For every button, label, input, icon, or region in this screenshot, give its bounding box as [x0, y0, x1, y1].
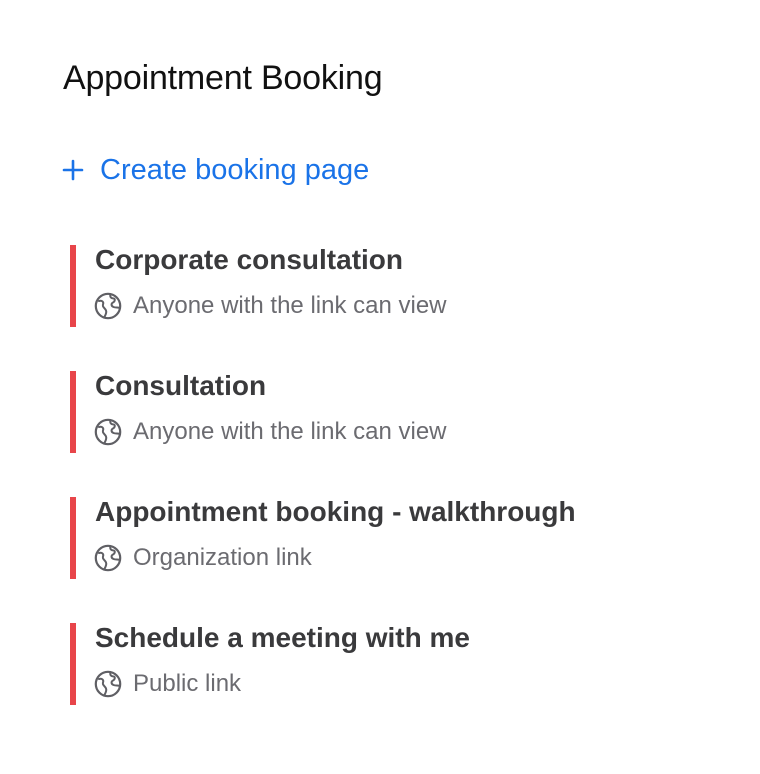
item-accent-bar: [70, 245, 76, 327]
booking-page-item[interactable]: Appointment booking - walkthrough Organi…: [70, 496, 710, 579]
access-text: Anyone with the link can view: [133, 292, 447, 319]
access-text: Public link: [133, 670, 242, 697]
booking-page-list: Corporate consultation Anyone with the l…: [70, 244, 710, 749]
booking-page-item[interactable]: Corporate consultation Anyone with the l…: [70, 244, 710, 327]
page-title: Appointment Booking: [63, 59, 383, 97]
item-accent-bar: [70, 371, 76, 453]
item-accent-bar: [70, 623, 76, 705]
access-text: Anyone with the link can view: [133, 418, 447, 445]
booking-page-name: Appointment booking - walkthrough: [95, 496, 576, 527]
booking-page-name: Consultation: [95, 370, 267, 401]
create-booking-page-button[interactable]: Create booking page: [62, 150, 369, 190]
booking-page-name: Schedule a meeting with me: [95, 622, 470, 653]
booking-page-name: Corporate consultation: [95, 244, 404, 275]
booking-page-access: Anyone with the link can view: [94, 417, 447, 447]
globe-icon: [94, 418, 122, 446]
plus-icon: [62, 159, 84, 181]
create-booking-page-label: Create booking page: [100, 154, 370, 186]
booking-page-item[interactable]: Consultation Anyone with the link can vi…: [70, 370, 710, 453]
globe-icon: [94, 292, 122, 320]
globe-icon: [94, 670, 122, 698]
access-text: Organization link: [133, 544, 312, 571]
booking-page-access: Public link: [94, 669, 241, 699]
booking-page-access: Organization link: [94, 543, 312, 573]
booking-page-access: Anyone with the link can view: [94, 291, 447, 321]
booking-page-item[interactable]: Schedule a meeting with me Public link: [70, 622, 710, 705]
globe-icon: [94, 544, 122, 572]
item-accent-bar: [70, 497, 76, 579]
